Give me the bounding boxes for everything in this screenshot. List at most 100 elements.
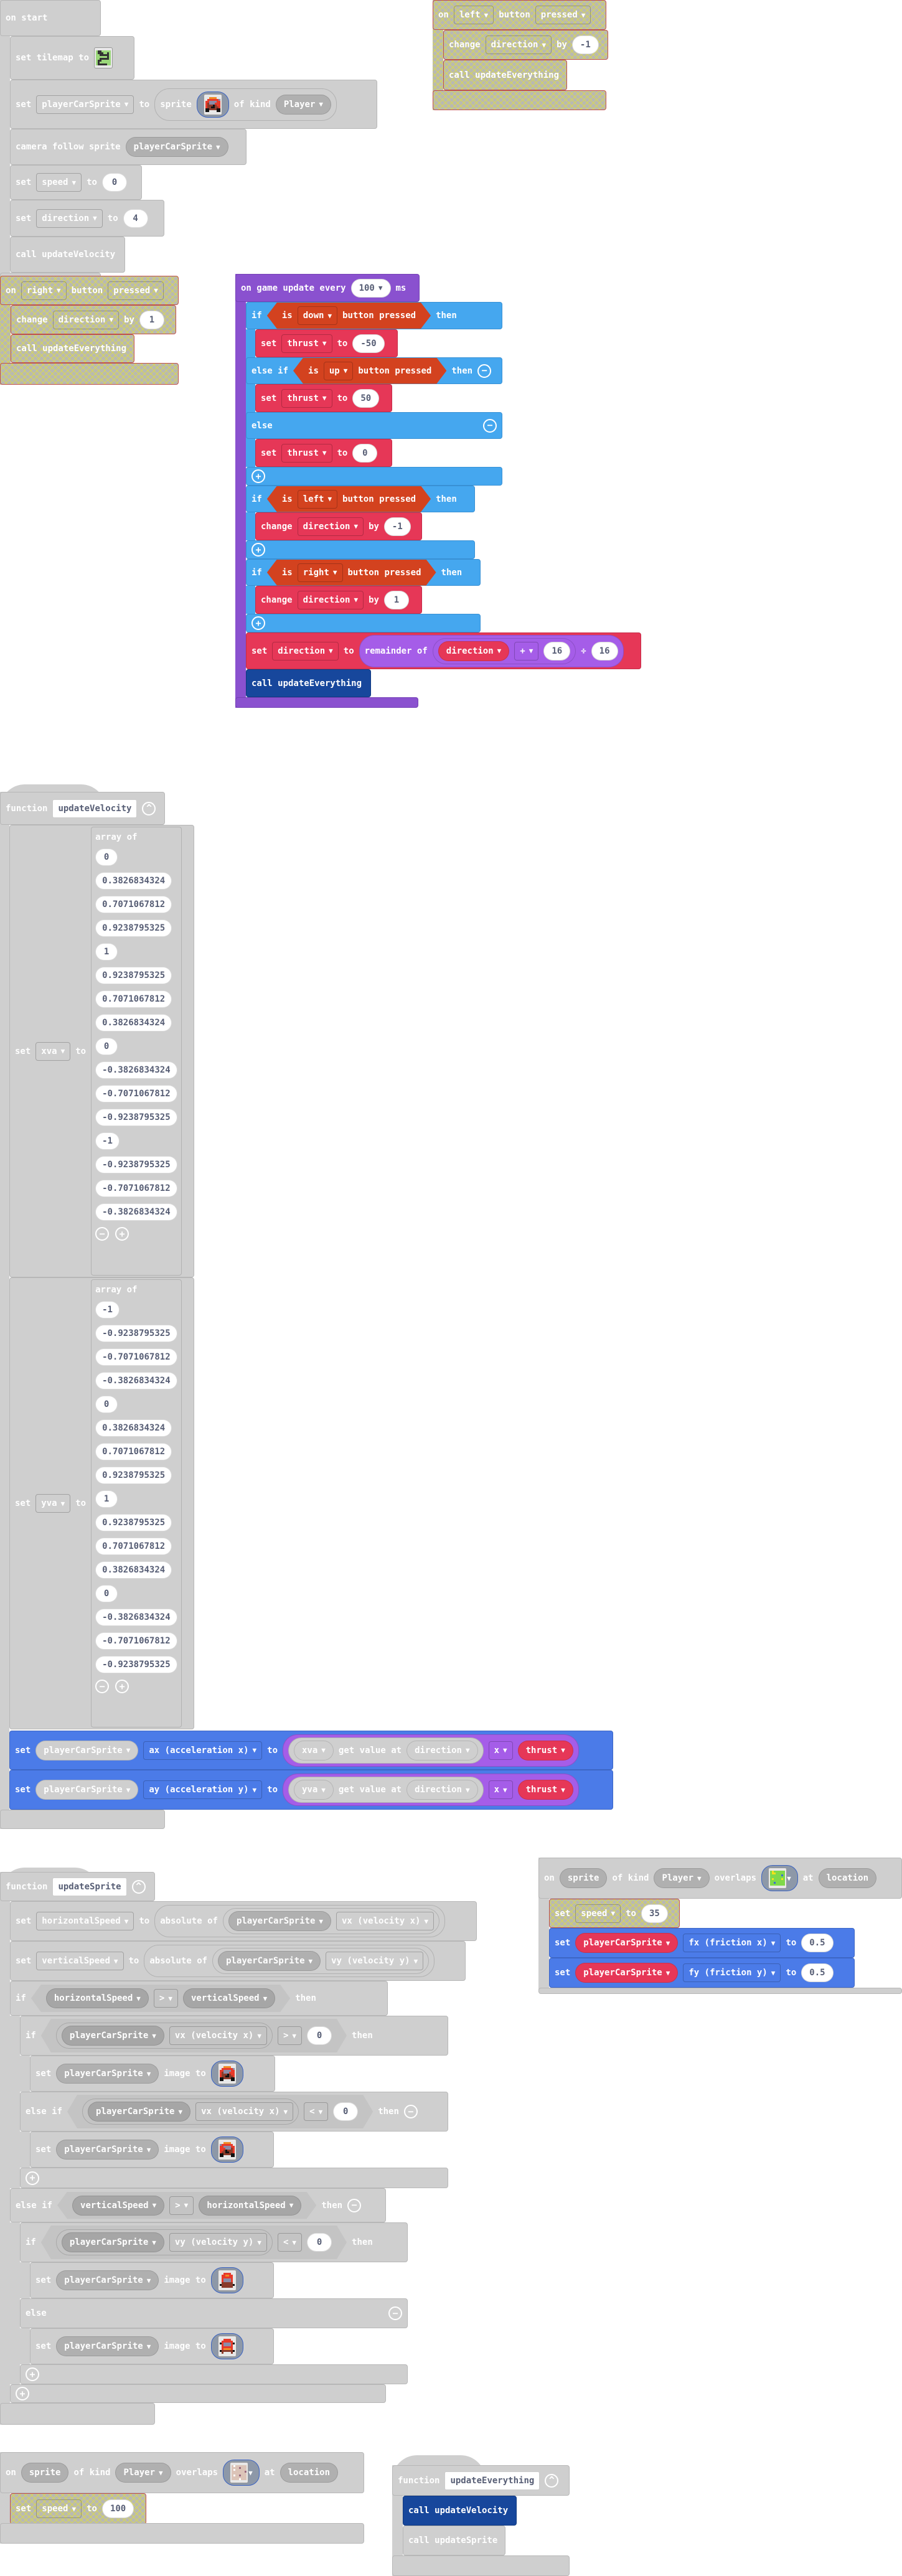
minus-icon[interactable]: − — [483, 418, 497, 433]
collapse-chevron-up-icon[interactable]: ^ — [131, 1879, 146, 1894]
statement-block[interactable]: else if verticalSpeed ▼ > ▼ horizontalSpeed ▼ t… — [10, 2188, 386, 2222]
block-bottom[interactable] — [235, 697, 418, 708]
array-value[interactable]: 0 — [95, 848, 118, 866]
variable-playercarsprite[interactable]: playerCarSprite ▼ — [218, 1951, 321, 1971]
dropdown-direction[interactable]: direction ▼ — [297, 517, 364, 536]
statement-block[interactable]: on sprite of kind Player ▼ overlaps ▼ at locatio… — [538, 1858, 902, 1899]
statement-block[interactable]: set verticalSpeed ▼ to absolute of playerCarS… — [10, 1941, 466, 1981]
statement-block[interactable]: if is right ▼ button pressed then — [246, 559, 481, 586]
dropdown-op[interactable]: < ▼ — [304, 2102, 328, 2121]
statement-block[interactable]: on right ▼ button pressed ▼ — [0, 276, 179, 305]
statement-block[interactable]: function updateSprite ^ — [0, 1872, 155, 1901]
variable-playercarsprite[interactable]: playerCarSprite ▼ — [575, 1963, 679, 1983]
dropdown-direction[interactable]: direction ▼ — [272, 641, 339, 660]
number-input[interactable]: 0 — [333, 2102, 358, 2121]
number-input[interactable]: -1 — [571, 35, 599, 54]
block-bottom[interactable] — [0, 363, 179, 385]
statement-block[interactable]: set playerCarSprite ▼ to sprite of kind Player… — [10, 80, 377, 129]
array-value[interactable]: -0.9238795325 — [95, 1156, 177, 1173]
plus-icon[interactable]: + — [115, 1227, 129, 1241]
number-input[interactable]: 1 — [383, 590, 409, 609]
variable-playercarsprite[interactable]: playerCarSprite ▼ — [56, 2140, 159, 2160]
block-bottom[interactable] — [538, 1988, 902, 1994]
boolean-block[interactable]: playerCarSprite ▼ vx (velocity x) ▼ < ▼ 0 — [67, 2095, 373, 2128]
function-name-field[interactable]: updateEverything — [444, 2471, 540, 2490]
plus-icon[interactable]: + — [251, 469, 265, 483]
variable-player[interactable]: Player ▼ — [275, 94, 332, 115]
array-value[interactable]: 0.3826834324 — [95, 1561, 172, 1579]
variable-location[interactable]: location — [818, 1868, 877, 1888]
array-value[interactable]: 0.3826834324 — [95, 1014, 172, 1032]
statement-block[interactable]: else − — [246, 412, 502, 439]
minus-icon[interactable]: − — [388, 2306, 402, 2320]
minus-icon[interactable]: − — [347, 2198, 362, 2212]
variable-playercarsprite[interactable]: playerCarSprite ▼ — [62, 2232, 164, 2252]
reporter-block[interactable]: playerCarSprite ▼ vx (velocity x) ▼ — [56, 2023, 273, 2049]
number-input[interactable]: 0 — [101, 173, 127, 192]
statement-block[interactable]: set thrust ▼ to 0 — [255, 439, 392, 467]
collapse-chevron-up-icon[interactable]: ^ — [142, 801, 156, 816]
image-picker[interactable]: ▼ — [761, 1865, 798, 1891]
minus-icon[interactable]: − — [403, 2105, 418, 2118]
block-bottom[interactable] — [0, 1810, 165, 1829]
variable-playercarsprite[interactable]: playerCarSprite ▼ — [88, 2102, 190, 2122]
number-input[interactable]: 0 — [352, 443, 378, 463]
array-value[interactable]: -0.7071067812 — [95, 1348, 177, 1366]
dropdown-speed[interactable]: speed ▼ — [36, 2499, 82, 2518]
number-input[interactable]: 50 — [352, 388, 380, 408]
array-value[interactable]: 0.7071067812 — [95, 990, 172, 1008]
array-value[interactable]: 0 — [95, 1396, 118, 1413]
variable-horizontalspeed[interactable]: horizontalSpeed ▼ — [46, 1988, 149, 2008]
statement-block[interactable]: set playerCarSprite ▼ image to — [30, 2262, 274, 2298]
boolean-block[interactable]: playerCarSprite ▼ vy (velocity y) ▼ < ▼ 0 — [41, 2226, 347, 2259]
array-value[interactable]: -0.9238795325 — [95, 1656, 177, 1673]
array-value[interactable]: 0.3826834324 — [95, 872, 172, 890]
statement-block[interactable]: set playerCarSprite ▼ ay (acceleration y) ▼ t… — [9, 1770, 613, 1810]
dropdown-pressed[interactable]: pressed ▼ — [108, 281, 164, 300]
number-input[interactable]: 0 — [307, 2233, 332, 2252]
statement-block[interactable]: set playerCarSprite ▼ image to — [30, 2328, 274, 2364]
statement-block[interactable]: set horizontalSpeed ▼ to absolute of playerCa… — [10, 1901, 477, 1941]
array-value[interactable]: 0.7071067812 — [95, 896, 172, 913]
statement-block[interactable]: call updateEverything — [11, 334, 134, 363]
dropdown-op[interactable]: > ▼ — [169, 2196, 194, 2215]
statement-block[interactable]: function updateEverything ^ — [392, 2465, 570, 2496]
statement-block[interactable]: + — [10, 2384, 386, 2403]
boolean-block[interactable]: is down ▼ button pressed — [267, 303, 431, 329]
dropdown-thrust[interactable]: thrust ▼ — [281, 334, 332, 353]
variable-playercarsprite[interactable]: playerCarSprite ▼ — [56, 2336, 159, 2356]
plus-icon[interactable]: + — [251, 543, 265, 557]
number-input[interactable]: -50 — [352, 334, 385, 353]
plus-icon[interactable]: + — [251, 616, 265, 630]
statement-block[interactable]: on game update every 100 ▼ ms — [235, 274, 420, 302]
statement-block[interactable]: on start — [0, 0, 101, 36]
dropdown-vy-velocity-y[interactable]: vy (velocity y) ▼ — [326, 1952, 424, 1970]
variable-playercarsprite[interactable]: playerCarSprite ▼ — [35, 1740, 139, 1760]
statement-block[interactable]: camera follow sprite playerCarSprite ▼ — [10, 129, 247, 165]
array-value[interactable]: -0.7071067812 — [95, 1632, 177, 1650]
number-input[interactable]: 0.5 — [801, 1963, 834, 1982]
array-value[interactable]: 0.9238795325 — [95, 967, 172, 984]
statement-block[interactable]: set xva ▼ to array of 0 0.3826834324 0.70710678… — [9, 825, 194, 1277]
variable-thrust[interactable]: thrust ▼ — [517, 1780, 573, 1800]
array-value[interactable]: -0.9238795325 — [95, 1325, 177, 1342]
array-value[interactable]: -0.7071067812 — [95, 1180, 177, 1197]
statement-block[interactable]: + — [246, 614, 481, 632]
statement-block[interactable]: change direction ▼ by 1 — [255, 586, 422, 614]
statement-block[interactable]: on sprite of kind Player ▼ overlaps ▼ at locatio… — [0, 2452, 364, 2493]
statement-block[interactable]: set playerCarSprite ▼ fy (friction y) ▼ to 0.5 — [549, 1958, 855, 1988]
array-value[interactable]: 0.7071067812 — [95, 1538, 172, 1555]
block-bottom[interactable] — [0, 2403, 155, 2425]
variable-yva[interactable]: yva ▼ — [294, 1780, 334, 1800]
collapse-chevron-up-icon[interactable]: ^ — [545, 2473, 559, 2488]
variable-direction[interactable]: direction ▼ — [406, 1780, 478, 1800]
dropdown-pressed[interactable]: pressed ▼ — [535, 6, 591, 24]
variable-sprite[interactable]: sprite — [21, 2463, 69, 2483]
statement-block[interactable]: set speed ▼ to 35 — [549, 1899, 680, 1928]
statement-block[interactable]: if is left ▼ button pressed then — [246, 486, 475, 512]
variable-player[interactable]: Player ▼ — [115, 2463, 171, 2483]
dropdown-up[interactable]: up ▼ — [324, 362, 353, 380]
boolean-block[interactable]: is up ▼ button pressed — [293, 358, 446, 384]
statement-block[interactable]: change direction ▼ by -1 — [255, 512, 422, 540]
array-value[interactable]: 0.7071067812 — [95, 1443, 172, 1460]
